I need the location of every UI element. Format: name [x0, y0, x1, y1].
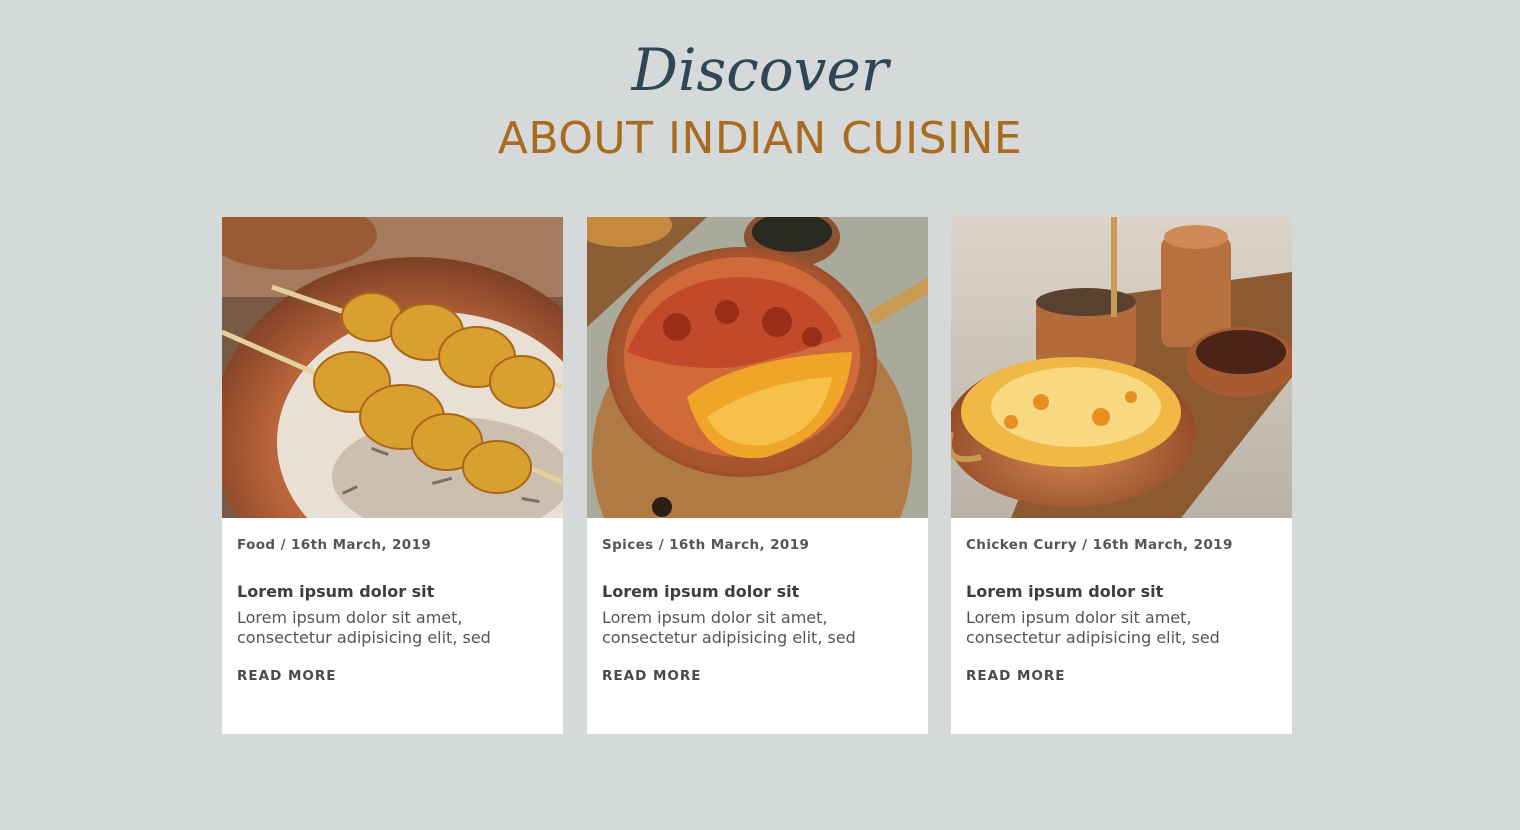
read-more-link[interactable]: READ MORE	[602, 668, 702, 684]
card-excerpt: Lorem ipsum dolor sit amet, consectetur …	[966, 608, 1220, 647]
card-excerpt: Lorem ipsum dolor sit amet, consectetur …	[237, 608, 491, 647]
card-image-biryani-bowl[interactable]	[951, 217, 1292, 518]
blog-card: Chicken Curry / 16th March, 2019 Lorem i…	[951, 217, 1292, 734]
section-script-title: Discover	[631, 36, 889, 104]
blog-card: Food / 16th March, 2019 Lorem ipsum dolo…	[222, 217, 563, 734]
card-meta: Chicken Curry / 16th March, 2019	[966, 537, 1233, 553]
read-more-link[interactable]: READ MORE	[966, 668, 1066, 684]
blog-card: Spices / 16th March, 2019 Lorem ipsum do…	[587, 217, 928, 734]
card-image-chicken-skewers[interactable]	[222, 217, 563, 518]
card-meta: Food / 16th March, 2019	[237, 537, 432, 553]
card-excerpt: Lorem ipsum dolor sit amet, consectetur …	[602, 608, 856, 647]
card-image-curry-pan[interactable]	[587, 217, 928, 518]
read-more-link[interactable]: READ MORE	[237, 668, 337, 684]
card-heading[interactable]: Lorem ipsum dolor sit	[237, 582, 434, 601]
card-heading[interactable]: Lorem ipsum dolor sit	[602, 582, 799, 601]
card-heading[interactable]: Lorem ipsum dolor sit	[966, 582, 1163, 601]
card-meta: Spices / 16th March, 2019	[602, 537, 810, 553]
section-main-title: ABOUT INDIAN CUISINE	[497, 113, 1023, 164]
